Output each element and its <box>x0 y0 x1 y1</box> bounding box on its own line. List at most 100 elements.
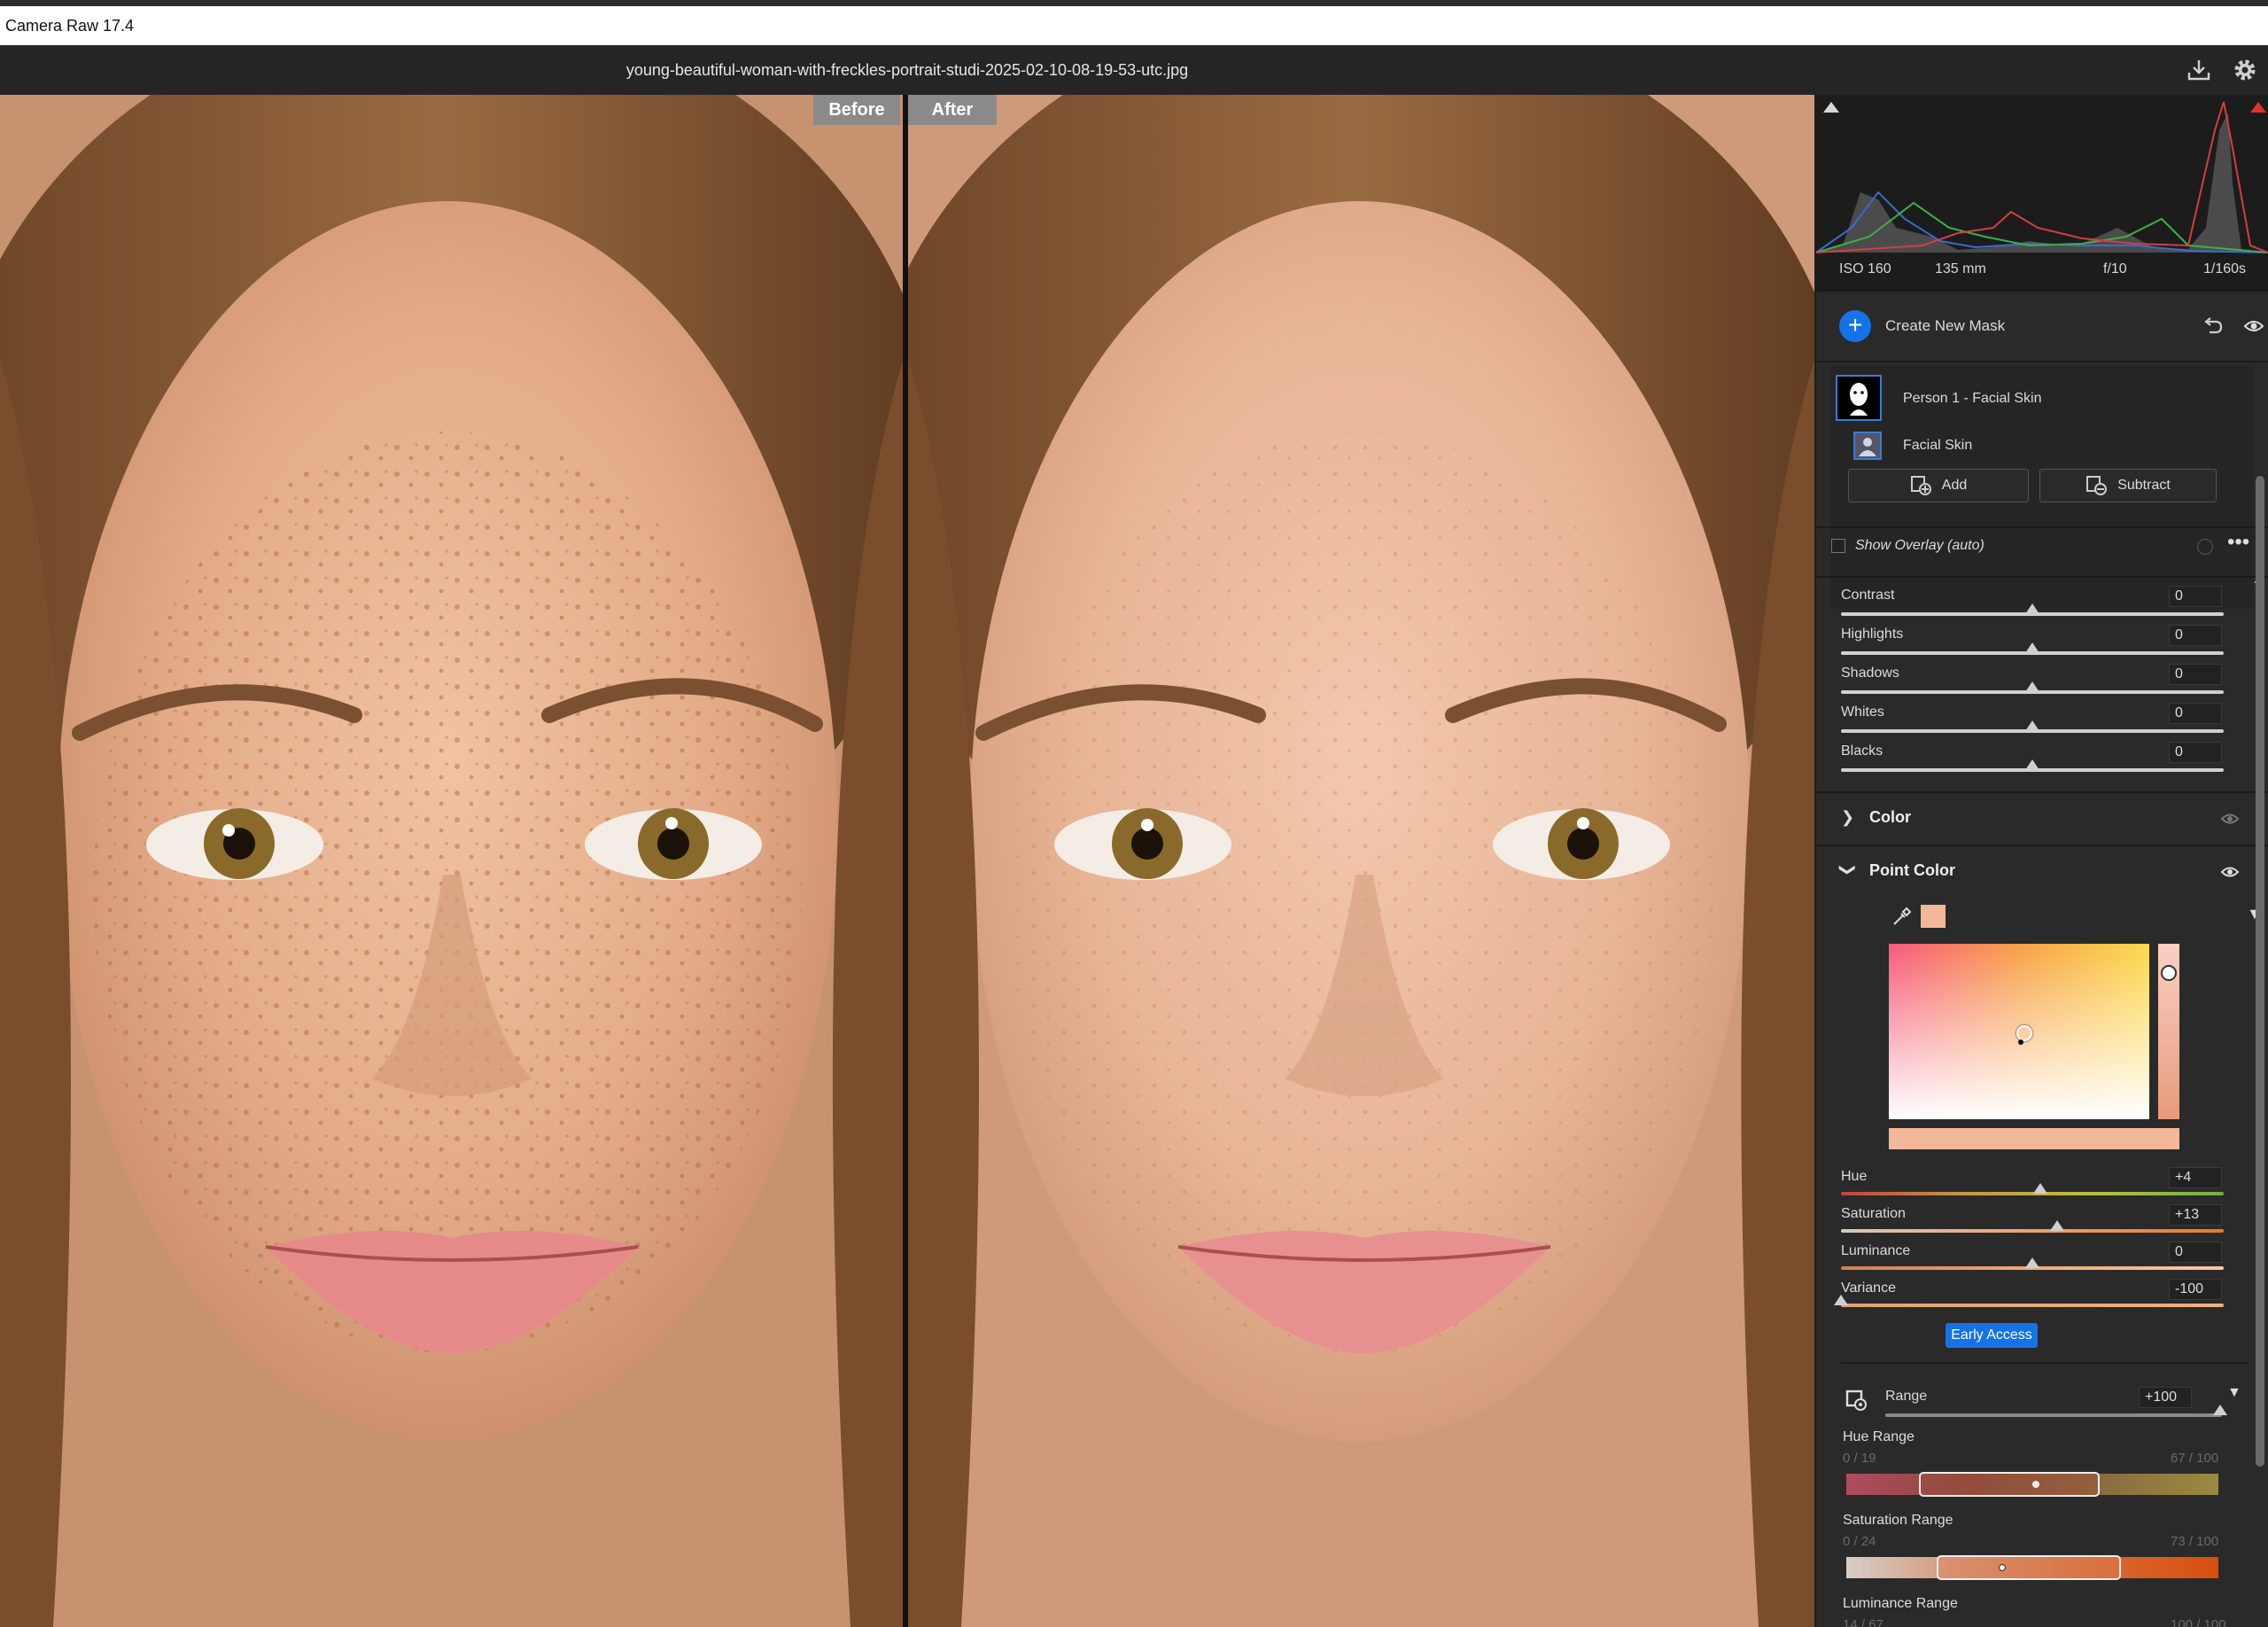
shadow-clipping-icon[interactable] <box>1821 100 1841 114</box>
eyedropper-icon[interactable] <box>1891 907 1912 928</box>
saturation-range-window[interactable] <box>1937 1555 2121 1580</box>
overlay-checkbox[interactable] <box>1831 539 1845 553</box>
slider-thumb[interactable] <box>2025 759 2039 770</box>
before-photo <box>0 95 903 1627</box>
slider-label: Shadows <box>1841 666 1899 681</box>
slider-hue[interactable]: Hue +4 <box>1816 1165 2268 1203</box>
exif-focal: 135 mm <box>1935 261 1986 276</box>
point-color-title: Point Color <box>1869 861 1955 879</box>
add-button[interactable]: Add <box>1848 469 2029 502</box>
slider-highlights[interactable]: Highlights 0 <box>1816 619 2268 658</box>
window-top-strip <box>0 0 2268 6</box>
slider-saturation[interactable]: Saturation +13 <box>1816 1203 2268 1240</box>
range-value[interactable]: +100 <box>2139 1387 2192 1408</box>
face-mask-icon <box>1850 383 1868 416</box>
slider-thumb[interactable] <box>2025 720 2039 731</box>
point-color-header[interactable]: ❯ Point Color <box>1816 846 2268 896</box>
sampled-color-swatch[interactable] <box>1921 905 1946 928</box>
range-dropdown-icon[interactable]: ▼ <box>2227 1385 2241 1401</box>
slider-value[interactable]: -100 <box>2169 1279 2222 1300</box>
create-mask-row: + Create New Mask <box>1816 292 2268 361</box>
chevron-down-icon: ❯ <box>1839 863 1857 877</box>
slider-track[interactable] <box>1841 1229 2224 1233</box>
slider-thumb[interactable] <box>2025 642 2039 653</box>
image-viewer[interactable]: Before After <box>0 95 1814 1627</box>
eye-icon[interactable] <box>2220 866 2240 878</box>
early-access-badge[interactable]: Early Access <box>1946 1323 2038 1348</box>
luminance-range-min: 14 / 67 <box>1843 1617 1884 1627</box>
gear-icon[interactable] <box>2231 56 2259 84</box>
slider-shadows[interactable]: Shadows 0 <box>1816 658 2268 697</box>
range-row[interactable]: Range +100 ▼ <box>1816 1380 2268 1421</box>
color-picker-handle[interactable] <box>2016 1025 2032 1041</box>
eye-icon[interactable] <box>2220 813 2240 825</box>
luminance-strip[interactable] <box>2158 944 2179 1119</box>
highlight-clipping-icon[interactable] <box>2249 100 2268 114</box>
saturation-range-center[interactable] <box>1999 1564 2006 1571</box>
slider-thumb[interactable] <box>2025 603 2039 614</box>
component-name[interactable]: Facial Skin <box>1903 438 1972 454</box>
slider-thumb[interactable] <box>2025 681 2039 692</box>
slider-label: Hue <box>1841 1169 1868 1184</box>
slider-thumb[interactable] <box>1834 1295 1848 1305</box>
edit-panel: ISO 160 135 mm f/10 1/160s + Create New … <box>1816 95 2268 1627</box>
save-icon[interactable] <box>2185 56 2213 84</box>
slider-value[interactable]: +13 <box>2169 1204 2222 1226</box>
range-track[interactable] <box>1885 1413 2222 1417</box>
slider-label: Luminance <box>1841 1243 1911 1258</box>
more-options-icon[interactable]: ••• <box>2227 530 2249 555</box>
mask-thumbnail[interactable] <box>1836 375 1882 421</box>
eye-icon[interactable] <box>2243 319 2264 333</box>
slider-blacks[interactable]: Blacks 0 <box>1816 736 2268 775</box>
slider-thumb[interactable] <box>2032 1183 2047 1194</box>
exif-aperture: f/10 <box>2103 261 2127 276</box>
range-thumb[interactable] <box>2213 1405 2227 1415</box>
file-name: young-beautiful-woman-with-freckles-port… <box>625 61 1189 79</box>
color-picker-field[interactable] <box>1889 944 2149 1119</box>
component-thumbnail[interactable] <box>1853 432 1882 460</box>
slider-value[interactable]: 0 <box>2169 664 2222 685</box>
hue-range-title: Hue Range <box>1843 1429 1915 1444</box>
range-mask-icon[interactable] <box>1845 1389 1869 1413</box>
saturation-range-title: Saturation Range <box>1843 1513 1953 1528</box>
separator <box>1816 361 2268 362</box>
mask-name[interactable]: Person 1 - Facial Skin <box>1903 391 2042 407</box>
slider-value[interactable]: 0 <box>2169 586 2222 607</box>
person-icon <box>1859 438 1876 456</box>
slider-variance[interactable]: Variance -100 <box>1816 1277 2268 1314</box>
luminance-range-max: 100 / 100 <box>2171 1617 2226 1627</box>
add-label: Add <box>1941 478 1968 493</box>
slider-value[interactable]: 0 <box>2169 703 2222 724</box>
separator <box>1816 576 2268 578</box>
luminance-handle[interactable] <box>2161 965 2177 981</box>
panel-scrollbar[interactable] <box>2256 476 2264 1467</box>
slider-whites[interactable]: Whites 0 <box>1816 697 2268 736</box>
color-section-header[interactable]: ❯ Color <box>1816 793 2268 843</box>
slider-value[interactable]: 0 <box>2169 625 2222 646</box>
slider-luminance[interactable]: Luminance 0 <box>1816 1240 2268 1277</box>
slider-value[interactable]: +4 <box>2169 1167 2222 1188</box>
overlay-color-swatch[interactable] <box>2197 539 2213 555</box>
subtract-button[interactable]: Subtract <box>2039 469 2217 502</box>
hue-range-bar[interactable] <box>1846 1472 2218 1497</box>
hue-range-window[interactable] <box>1919 1472 2100 1497</box>
after-image[interactable] <box>908 95 1814 1627</box>
slider-track[interactable] <box>1841 1304 2224 1307</box>
subtract-label: Subtract <box>2117 478 2171 493</box>
slider-thumb[interactable] <box>2025 1257 2039 1268</box>
create-mask-button[interactable]: + <box>1839 310 1871 342</box>
slider-thumb[interactable] <box>2050 1220 2065 1231</box>
exif-iso: ISO 160 <box>1839 261 1891 276</box>
file-header: young-beautiful-woman-with-freckles-port… <box>0 45 2268 95</box>
slider-label: Whites <box>1841 705 1884 720</box>
add-icon <box>1910 475 1931 495</box>
chevron-right-icon: ❯ <box>1841 808 1855 826</box>
slider-value[interactable]: 0 <box>2169 1242 2222 1263</box>
slider-value[interactable]: 0 <box>2169 742 2222 763</box>
slider-label: Variance <box>1841 1281 1896 1296</box>
slider-contrast[interactable]: Contrast 0 <box>1816 580 2268 619</box>
undo-icon[interactable] <box>2202 316 2224 336</box>
hue-range-center[interactable] <box>2032 1481 2039 1488</box>
saturation-range-bar[interactable] <box>1846 1555 2218 1580</box>
before-image[interactable] <box>0 95 903 1627</box>
